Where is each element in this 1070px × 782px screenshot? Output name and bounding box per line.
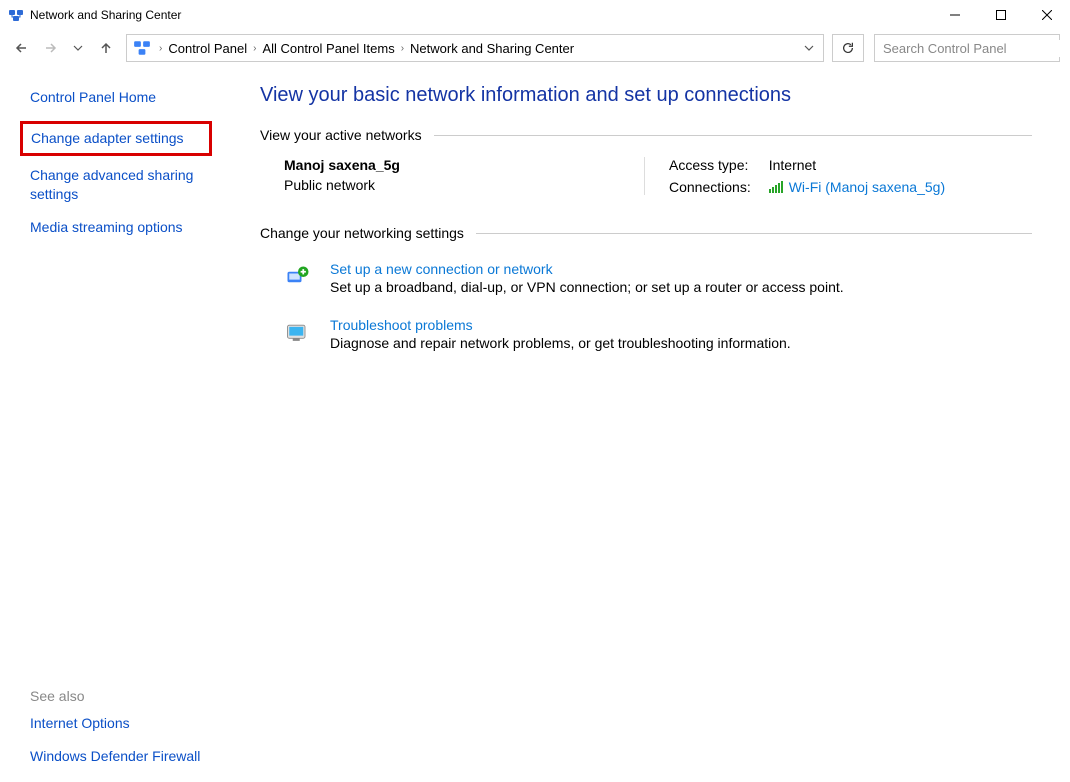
troubleshoot-icon bbox=[284, 319, 312, 347]
refresh-button[interactable] bbox=[832, 34, 864, 62]
title-bar: Network and Sharing Center bbox=[0, 0, 1070, 30]
setup-connection-icon bbox=[284, 263, 312, 291]
control-panel-icon bbox=[133, 39, 151, 57]
see-also-label: See also bbox=[30, 688, 236, 704]
search-box[interactable] bbox=[874, 34, 1060, 62]
main-content: View your basic network information and … bbox=[260, 66, 1070, 782]
action-link[interactable]: Set up a new connection or network bbox=[330, 261, 844, 277]
section-label: View your active networks bbox=[260, 127, 434, 143]
network-type: Public network bbox=[284, 177, 644, 193]
network-name: Manoj saxena_5g bbox=[284, 157, 644, 173]
sidebar-home[interactable]: Control Panel Home bbox=[30, 88, 236, 107]
recent-locations-button[interactable] bbox=[66, 36, 90, 60]
wifi-signal-icon bbox=[769, 181, 783, 193]
address-bar[interactable]: › Control Panel › All Control Panel Item… bbox=[126, 34, 824, 62]
address-dropdown[interactable] bbox=[799, 43, 819, 53]
search-input[interactable] bbox=[881, 40, 1061, 57]
window-title: Network and Sharing Center bbox=[30, 8, 181, 22]
breadcrumb-network-sharing[interactable]: Network and Sharing Center bbox=[406, 41, 578, 56]
chevron-right-icon[interactable]: › bbox=[157, 43, 164, 54]
sidebar-internet-options[interactable]: Internet Options bbox=[30, 714, 236, 733]
chevron-right-icon[interactable]: › bbox=[251, 43, 258, 54]
access-type-label: Access type: bbox=[669, 157, 751, 173]
change-settings-header: Change your networking settings bbox=[260, 225, 1032, 241]
breadcrumb-control-panel[interactable]: Control Panel bbox=[164, 41, 251, 56]
sidebar-firewall[interactable]: Windows Defender Firewall bbox=[30, 747, 236, 766]
divider bbox=[476, 233, 1032, 234]
action-troubleshoot: Troubleshoot problems Diagnose and repai… bbox=[260, 311, 1032, 367]
up-button[interactable] bbox=[94, 36, 118, 60]
forward-button[interactable] bbox=[38, 36, 62, 60]
action-description: Diagnose and repair network problems, or… bbox=[330, 335, 791, 351]
sidebar-change-adapter[interactable]: Change adapter settings bbox=[20, 121, 212, 156]
sidebar-media-streaming[interactable]: Media streaming options bbox=[30, 218, 236, 237]
page-heading: View your basic network information and … bbox=[260, 84, 1032, 107]
active-networks-header: View your active networks bbox=[260, 127, 1032, 143]
back-button[interactable] bbox=[10, 36, 34, 60]
action-setup-connection: Set up a new connection or network Set u… bbox=[260, 255, 1032, 311]
chevron-right-icon[interactable]: › bbox=[399, 43, 406, 54]
maximize-button[interactable] bbox=[978, 0, 1024, 30]
sidebar-advanced-sharing[interactable]: Change advanced sharing settings bbox=[30, 166, 236, 204]
action-link[interactable]: Troubleshoot problems bbox=[330, 317, 791, 333]
connection-link[interactable]: Wi-Fi (Manoj saxena_5g) bbox=[769, 179, 945, 195]
access-type-value: Internet bbox=[769, 157, 945, 173]
breadcrumb-all-items[interactable]: All Control Panel Items bbox=[258, 41, 398, 56]
app-icon bbox=[8, 7, 24, 23]
close-button[interactable] bbox=[1024, 0, 1070, 30]
section-label: Change your networking settings bbox=[260, 225, 476, 241]
minimize-button[interactable] bbox=[932, 0, 978, 30]
action-description: Set up a broadband, dial-up, or VPN conn… bbox=[330, 279, 844, 295]
connections-label: Connections: bbox=[669, 179, 751, 195]
connection-name: Wi-Fi (Manoj saxena_5g) bbox=[789, 179, 945, 195]
sidebar: Control Panel Home Change adapter settin… bbox=[0, 66, 260, 782]
nav-bar: › Control Panel › All Control Panel Item… bbox=[0, 30, 1070, 66]
divider bbox=[434, 135, 1032, 136]
